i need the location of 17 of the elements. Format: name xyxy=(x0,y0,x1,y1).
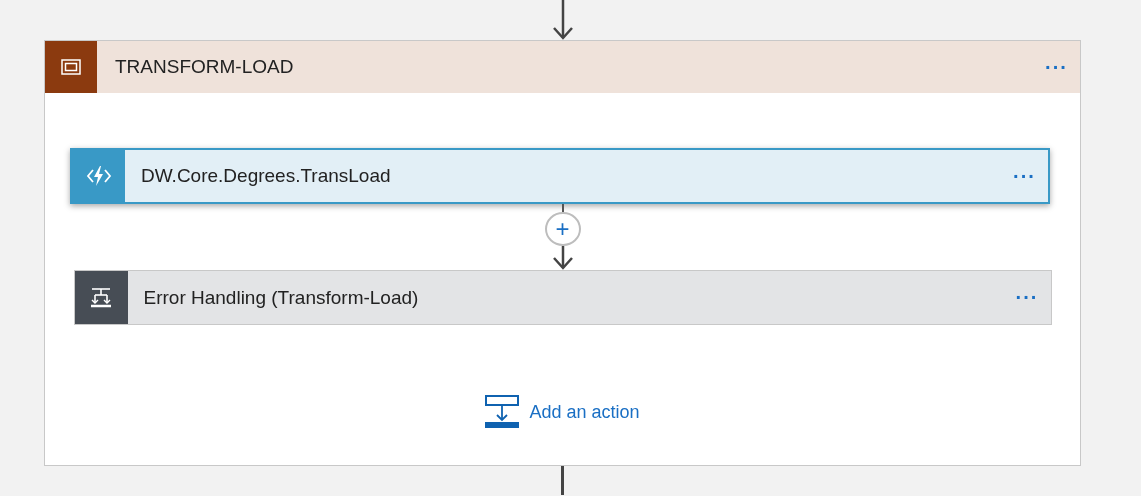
lightning-icon xyxy=(85,165,112,187)
more-button[interactable]: ··· xyxy=(1033,55,1080,79)
insert-step-button[interactable]: + xyxy=(544,211,581,246)
action-card[interactable]: DW.Core.Degrees.TransLoad ··· xyxy=(70,148,1050,204)
flow-line xyxy=(561,466,564,495)
more-button[interactable]: ··· xyxy=(1003,286,1051,309)
branch-icon xyxy=(90,286,112,309)
action-title: Error Handling (Transform-Load) xyxy=(143,286,420,309)
action-title: DW.Core.Degrees.TransLoad xyxy=(141,165,392,187)
action-card[interactable]: Error Handling (Transform-Load) ··· xyxy=(73,270,1052,325)
more-button[interactable]: ··· xyxy=(1001,164,1048,188)
flow-arrow xyxy=(550,246,575,270)
scope-title: TRANSFORM-LOAD xyxy=(115,56,295,78)
add-action-link[interactable]: Add an action xyxy=(529,401,640,423)
flow-arrow xyxy=(550,0,575,40)
add-action-icon xyxy=(485,395,520,429)
frame-icon xyxy=(61,59,81,75)
